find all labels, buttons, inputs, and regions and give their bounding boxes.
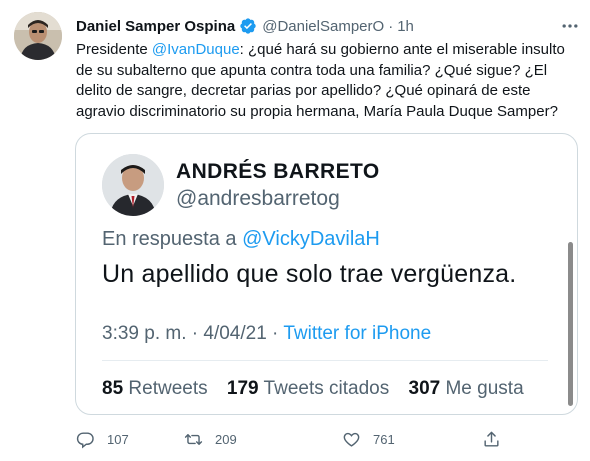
scrollbar[interactable] <box>568 242 573 406</box>
verified-badge-icon <box>239 17 257 35</box>
reply-button[interactable]: 107 <box>76 428 129 450</box>
retweet-button[interactable]: 209 <box>184 428 237 450</box>
tweet-text-part: Presidente <box>76 41 152 58</box>
like-count: 761 <box>373 431 395 447</box>
likes-label[interactable]: Me gusta <box>445 378 523 399</box>
more-icon[interactable] <box>560 16 580 36</box>
quoted-author-handle[interactable]: @andresbarretog <box>176 187 340 211</box>
reply-mention-link[interactable]: @VickyDavilaH <box>242 228 380 250</box>
tweet-actions: 107 209 761 <box>76 428 516 450</box>
quoted-tweet-card[interactable]: ANDRÉS BARRETO @andresbarretog En respue… <box>75 133 578 415</box>
tweet-header: Daniel Samper Ospina @DanielSamperO · 1h <box>76 16 414 36</box>
quoted-author-avatar[interactable] <box>102 154 164 216</box>
quoted-tweet-source[interactable]: Twitter for iPhone <box>283 323 431 344</box>
quotes-count[interactable]: 179 <box>227 378 259 399</box>
share-icon <box>484 431 499 447</box>
retweets-label[interactable]: Retweets <box>128 378 207 399</box>
mention-link[interactable]: @IvanDuque <box>152 41 240 58</box>
author-name[interactable]: Daniel Samper Ospina <box>76 18 235 35</box>
reply-icon <box>76 431 94 448</box>
share-button[interactable] <box>482 428 501 450</box>
reply-context: En respuesta a @VickyDavilaH <box>102 228 380 251</box>
author-handle[interactable]: @DanielSamperO <box>262 18 384 35</box>
retweet-count: 209 <box>215 431 237 447</box>
retweet-icon <box>184 433 203 445</box>
quoted-tweet-meta: 3:39 p. m. · 4/04/21 · Twitter for iPhon… <box>102 323 431 345</box>
reply-prefix: En respuesta a <box>102 228 243 250</box>
reply-count: 107 <box>107 431 129 447</box>
like-button[interactable]: 761 <box>342 428 395 450</box>
separator-dot: · <box>388 17 394 35</box>
author-avatar[interactable] <box>14 12 62 60</box>
quoted-tweet-stats: 85 Retweets 179 Tweets citados 307 Me gu… <box>102 378 524 400</box>
quoted-tweet-text: Un apellido que solo trae vergüenza. <box>102 260 517 288</box>
tweet-text: Presidente @IvanDuque: ¿qué hará su gobi… <box>76 40 580 122</box>
divider <box>102 360 548 361</box>
quoted-tweet-time[interactable]: 3:39 p. m. · 4/04/21 · <box>102 323 283 344</box>
quoted-author-name[interactable]: ANDRÉS BARRETO <box>176 160 380 184</box>
tweet-time[interactable]: 1h <box>397 18 414 35</box>
likes-count[interactable]: 307 <box>409 378 441 399</box>
retweets-count[interactable]: 85 <box>102 378 123 399</box>
like-icon <box>343 432 360 447</box>
tweet[interactable]: Daniel Samper Ospina @DanielSamperO · 1h… <box>0 0 590 461</box>
quotes-label[interactable]: Tweets citados <box>264 378 390 399</box>
